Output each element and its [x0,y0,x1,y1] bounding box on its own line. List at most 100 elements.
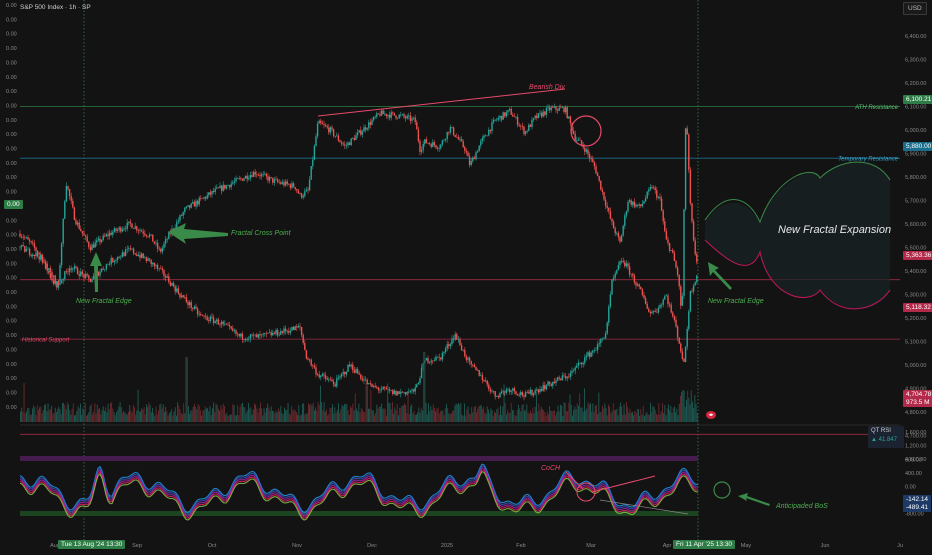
price-candle [609,211,612,219]
volume-bar [341,404,343,422]
volume-bar [32,408,33,422]
price-candle [684,128,687,210]
price-candle [443,140,445,141]
fractal-candle [51,272,53,277]
price-candle [91,244,93,251]
volume-bar [548,414,549,422]
time-axis-label: Feb [516,543,525,549]
volume-bar [77,406,79,422]
fractal-candle [128,248,130,250]
volume-bar [280,405,282,422]
price-candle [672,250,674,253]
price-candle [332,129,335,136]
volume-bar [270,406,272,422]
price-candle [603,191,605,200]
price-candle [307,189,309,191]
osc-lower-zone [20,511,698,516]
volume-bar [93,411,95,422]
fractal-candle [684,346,687,362]
price-candle [100,239,103,243]
price-tick-label: 5,300.00 [905,293,926,299]
price-candle [96,240,98,243]
fractal-candle [678,337,680,344]
price-candle [185,206,188,209]
price-candle [219,185,221,189]
volume-bar [628,412,630,422]
price-chart[interactable]: 0.00 0.00 0.00 0.00 0.00 0.00 0.00 0.00 0.00 0.00… [0,0,932,550]
fractal-candle [24,246,26,252]
nav-arrows-icon[interactable]: ◂▸ [706,411,716,419]
volume-bar [416,414,417,422]
fractal-candle [433,360,436,362]
chart-root[interactable]: 0.00 0.00 0.00 0.00 0.00 0.00 0.00 0.00 0.00 0.00… [0,0,932,550]
volume-bar [310,403,312,422]
volume-bar [215,403,217,422]
fractal-candle [27,248,29,250]
fractal-candle [182,295,184,298]
price-candle [337,135,340,141]
volume-bar [599,412,601,422]
rsi-legend[interactable]: QT RSI ▲ 41.847 [868,426,904,448]
volume-bar [147,407,149,422]
volume-bar [149,404,151,422]
volume-bar [323,402,325,422]
volume-bar [483,407,485,422]
fractal-candle [89,278,92,282]
volume-bar [677,415,679,422]
fractal-candle [164,276,167,278]
fractal-candle [358,373,360,375]
volume-bar [410,406,411,422]
volume-bar [495,412,497,422]
volume-bar [564,402,566,422]
volume-bar [387,383,389,422]
fractal-candle [673,316,676,320]
fractal-candle [332,381,335,385]
price-candle [94,242,96,248]
price-candle [376,113,378,117]
volume-bar [65,409,67,422]
volume-bar [46,411,48,422]
fractal-candle [393,390,396,395]
price-candle [195,200,197,207]
price-candle [502,112,504,120]
fractal-candle [68,268,71,273]
price-candle [150,234,152,236]
fractal-candle [329,379,332,381]
fractal-candle [348,364,351,367]
fractal-candle [321,374,324,376]
price-candle [576,140,578,141]
fractal-candle [436,356,439,358]
fractal-candle [606,322,608,334]
volume-bar [674,406,675,422]
volume-bar [150,412,152,422]
volume-bar [176,415,177,422]
fractal-candle [336,378,338,387]
fractal-candle [638,284,640,287]
fractal-candle [489,389,492,392]
price-candle [222,184,224,191]
volume-bar [369,408,371,422]
price-candle [49,273,52,278]
volume-bar [608,404,609,422]
fractal-candle [115,259,117,261]
price-candle [468,156,471,165]
volume-bar [242,402,243,422]
volume-bar [597,414,599,422]
fractal-candle [612,277,615,280]
fractal-candle [438,356,440,358]
fractal-candle [556,377,559,381]
fractal-candle [131,248,133,250]
currency-button[interactable]: USD [903,2,927,15]
fractal-candle [299,326,301,327]
fractal-candle [390,390,392,391]
volume-bar [309,404,311,422]
volume-bar [44,405,45,422]
volume-bar [588,404,590,422]
price-candle [208,192,210,196]
volume-bar [143,407,145,422]
volume-bar [602,405,603,422]
price-candle [326,126,328,128]
fractal-candle [398,391,400,394]
volume-bar [496,409,498,422]
fractal-candle [292,326,295,331]
